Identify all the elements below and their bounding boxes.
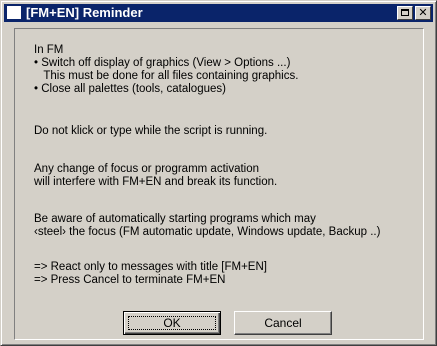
title-bar[interactable]: [FM+EN] Reminder ✕ — [4, 4, 433, 22]
warning-auto-programs: Be aware of automatically starting progr… — [34, 213, 381, 238]
warning-no-input: Do not klick or type while the script is… — [34, 125, 268, 137]
cancel-button[interactable]: Cancel — [234, 311, 332, 335]
instructions-fm: In FM • Switch off display of graphics (… — [34, 44, 299, 95]
ok-button[interactable]: OK — [123, 311, 221, 335]
window-title: [FM+EN] Reminder — [26, 5, 143, 20]
restore-icon — [401, 9, 409, 16]
ok-button-label: OK — [163, 316, 181, 330]
window-icon — [7, 6, 21, 19]
message-hints: => React only to messages with title [FM… — [34, 261, 267, 286]
warning-focus-change: Any change of focus or programm activati… — [34, 163, 278, 188]
close-button[interactable]: ✕ — [415, 6, 431, 20]
reminder-dialog: [FM+EN] Reminder ✕ In FM • Switch off di… — [0, 0, 437, 346]
close-icon: ✕ — [418, 6, 428, 19]
cancel-button-label: Cancel — [264, 316, 302, 330]
restore-button[interactable] — [397, 6, 413, 20]
